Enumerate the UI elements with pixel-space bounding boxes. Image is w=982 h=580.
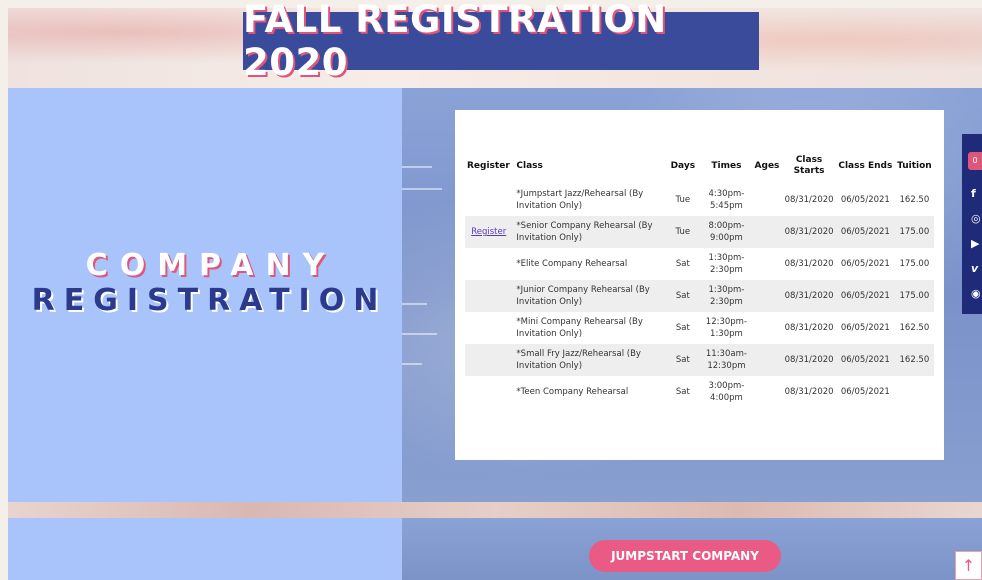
class-ends: 06/05/2021 [840,323,890,333]
class-ends: 06/05/2021 [835,344,895,376]
class-ages [752,184,782,216]
header-times: Times [711,160,742,171]
instagram-icon[interactable]: ◎ [971,213,982,225]
arrow-up-icon: ↑ [961,556,976,575]
class-days: Sat [675,387,690,397]
register-cell [465,376,512,408]
youtube-icon[interactable]: ▶ [971,238,982,250]
class-days: Sat [675,323,690,333]
class-table: Register Class Days Times Ages Class Sta… [465,148,934,408]
table-row: *Jumpstart Jazz/Rehearsal (By Invitation… [465,184,934,216]
page-title: FALL REGISTRATION 2020 [243,0,667,84]
section-title-line1: COMPANY [85,248,337,283]
social-sidebar: 0 f ◎ ▶ v ◉ [962,134,982,314]
class-tuition: 162.50 [899,195,930,205]
header-tuition: Tuition [897,160,932,171]
register-cell [465,344,513,376]
class-ends: 06/05/2021 [835,280,895,312]
class-times: 1:30pm-2:30pm [701,280,752,312]
class-tuition [895,376,934,408]
rss-icon[interactable]: ◉ [971,288,982,300]
class-days: Tue [675,195,691,205]
section-title-line2: REGISTRATION [31,283,388,318]
class-days: Sat [664,344,702,376]
header-ages: Ages [754,160,780,171]
header-class-ends: Class Ends [838,160,893,171]
class-name: *Elite Company Rehearsal [516,259,628,269]
class-name: *Senior Company Rehearsal (By Invitation… [512,216,665,248]
class-starts: 08/31/2020 [782,216,836,248]
section-title-panel: COMPANY REGISTRATION [8,88,402,502]
register-cell [465,312,512,344]
class-ages [751,216,783,248]
class-name: *Junior Company Rehearsal (By Invitation… [512,280,665,312]
section-title: COMPANY REGISTRATION [8,248,402,318]
header-class: Class [516,160,543,171]
class-table-card: Register Class Days Times Ages Class Sta… [455,110,944,460]
class-days: Sat [664,280,702,312]
jumpstart-company-label: JUMPSTART COMPANY [611,549,759,563]
class-name: *Jumpstart Jazz/Rehearsal (By Invitation… [516,189,644,211]
header-days: Days [670,160,696,171]
table-row: *Mini Company Rehearsal (By Invitation O… [465,312,934,344]
table-row: *Junior Company Rehearsal (By Invitation… [465,280,934,312]
class-ends: 06/05/2021 [840,195,890,205]
class-name: *Small Fry Jazz/Rehearsal (By Invitation… [512,344,665,376]
class-ages [752,312,782,344]
cart-count: 0 [972,156,978,165]
jumpstart-company-button[interactable]: JUMPSTART COMPANY [589,540,781,572]
class-starts: 08/31/2020 [784,323,834,333]
class-starts: 08/31/2020 [784,195,834,205]
class-name: *Mini Company Rehearsal (By Invitation O… [516,317,643,339]
table-header-row: Register Class Days Times Ages Class Sta… [465,148,934,184]
class-ends: 06/05/2021 [840,387,890,397]
class-tuition: 162.50 [899,323,930,333]
class-starts: 08/31/2020 [784,259,834,269]
class-ages [751,280,783,312]
page-title-box: FALL REGISTRATION 2020 [243,0,759,84]
class-tuition: 175.00 [894,280,934,312]
class-days: Sat [675,259,690,269]
register-link[interactable]: Register [471,227,506,237]
class-name: *Teen Company Rehearsal [516,387,629,397]
class-tuition: 162.50 [894,344,934,376]
facebook-icon[interactable]: f [971,188,982,200]
cart-icon[interactable]: 0 [968,152,982,170]
class-ends: 06/05/2021 [835,216,895,248]
scroll-to-top-button[interactable]: ↑ [955,551,982,580]
class-times: 12:30pm-1:30pm [705,317,748,339]
class-tuition: 175.00 [894,216,934,248]
vimeo-icon[interactable]: v [971,263,982,275]
class-ages [752,376,782,408]
class-tuition: 175.00 [899,259,930,269]
register-cell [465,248,512,280]
class-times: 1:30pm-2:30pm [708,253,745,275]
class-times: 8:00pm-9:00pm [701,216,752,248]
header-class-starts: Class Starts [793,155,825,176]
table-row: *Elite Company Rehearsal Sat 1:30pm-2:30… [465,248,934,280]
header-register: Register [467,160,510,171]
class-days: Tue [664,216,702,248]
class-times: 3:00pm-4:00pm [708,381,745,403]
lower-left-panel [8,518,402,580]
class-times: 4:30pm-5:45pm [708,189,745,211]
lower-divider-strip [8,502,982,518]
table-row: Register *Senior Company Rehearsal (By I… [465,216,934,248]
class-starts: 08/31/2020 [782,280,836,312]
class-ages [752,248,782,280]
class-ends: 06/05/2021 [840,259,890,269]
class-starts: 08/31/2020 [784,387,834,397]
register-cell: Register [465,216,513,248]
class-ages [751,344,783,376]
class-starts: 08/31/2020 [782,344,836,376]
table-row: *Teen Company Rehearsal Sat 3:00pm-4:00p… [465,376,934,408]
register-cell [465,184,512,216]
table-row: *Small Fry Jazz/Rehearsal (By Invitation… [465,344,934,376]
class-times: 11:30am-12:30pm [701,344,752,376]
register-cell [465,280,513,312]
